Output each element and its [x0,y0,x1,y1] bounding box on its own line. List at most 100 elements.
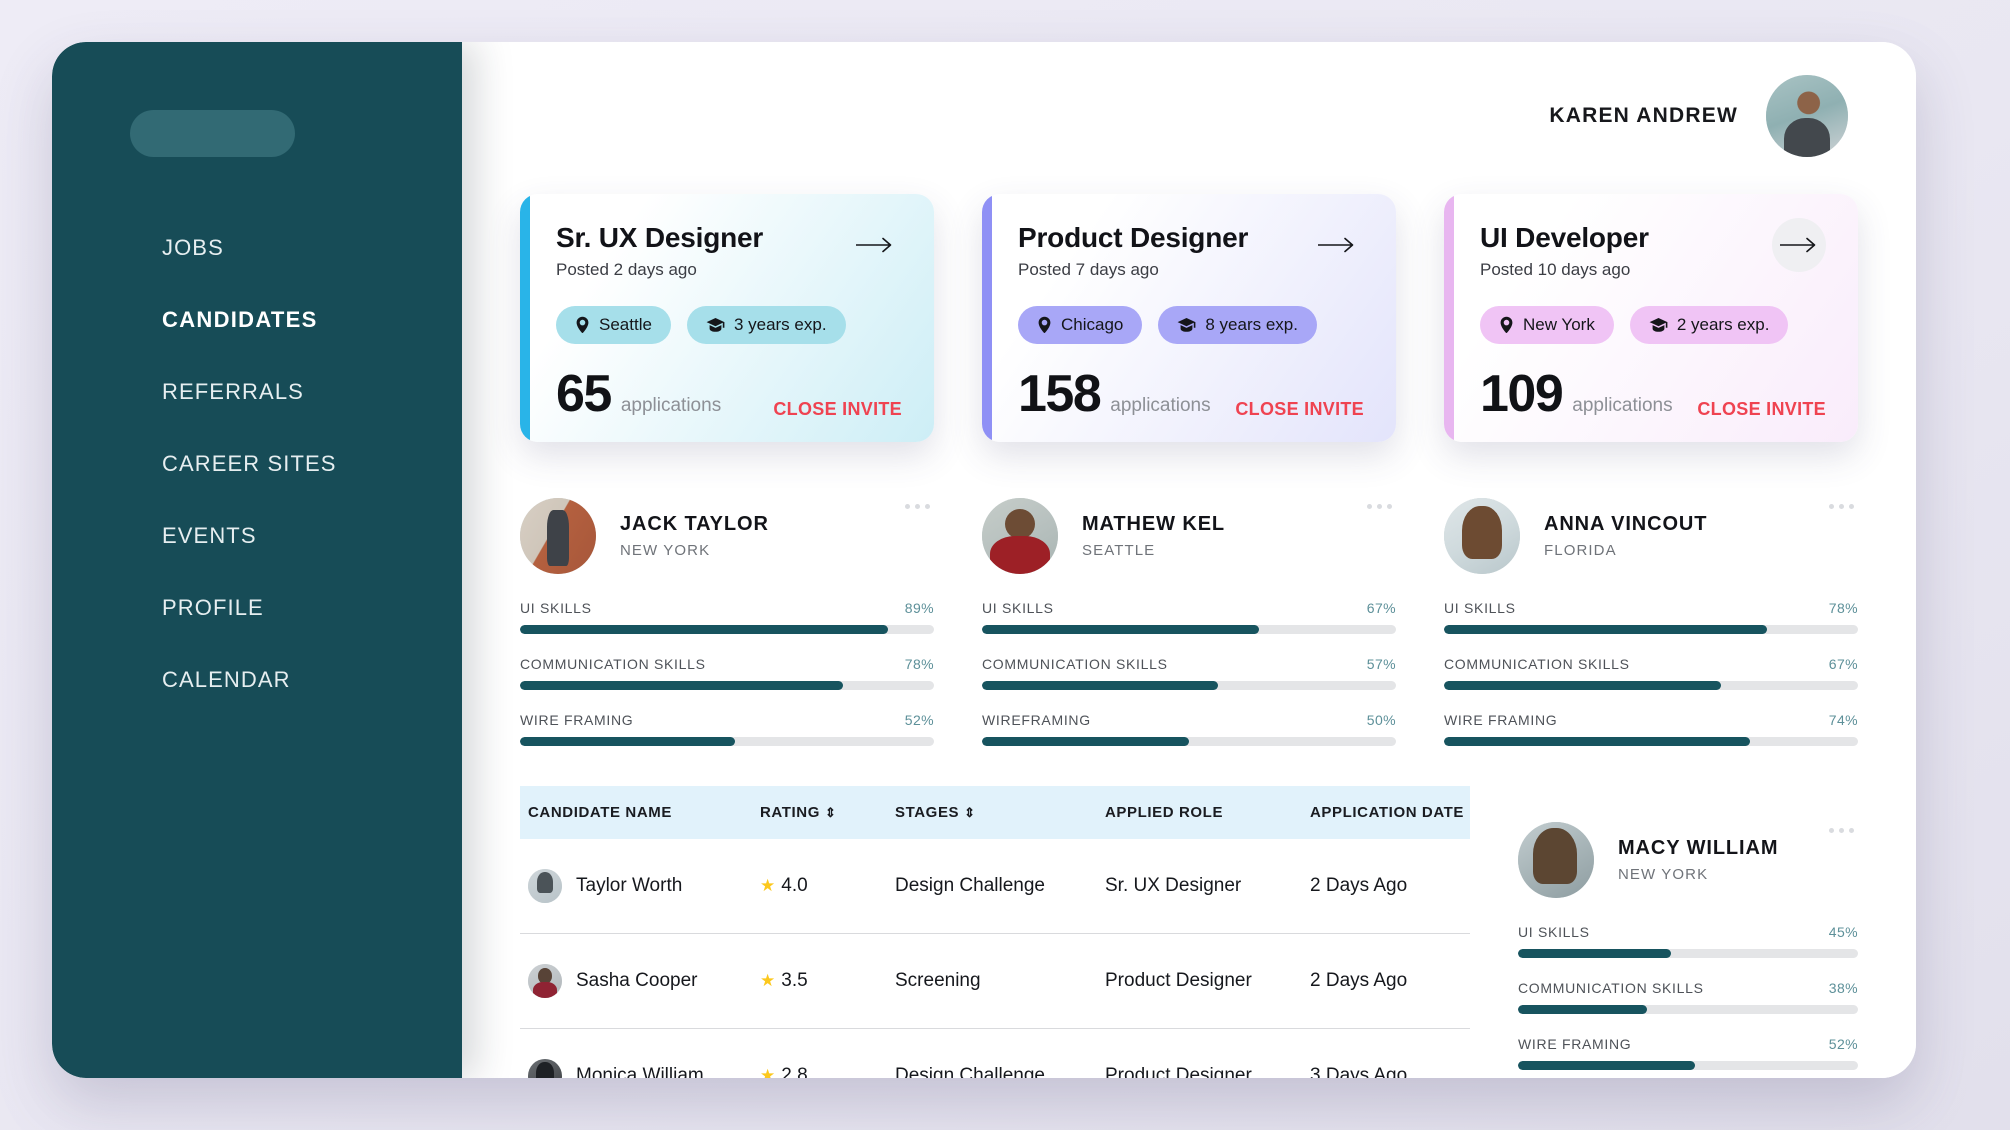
skill-percent: 57% [1366,656,1396,672]
row-role-value: Sr. UX Designer [1105,875,1242,896]
skill-progress-track [982,625,1396,634]
skill-label: WIREFRAMING [982,712,1091,728]
table-row[interactable]: Sasha Cooper ★ 3.5 Screening Product Designe… [520,933,1470,1029]
candidate-name: MACY WILLIAM [1618,837,1779,859]
close-invite-button[interactable]: CLOSE INVITE [1235,399,1364,420]
monica-william-avatar-image [528,1059,562,1078]
skill-label: COMMUNICATION SKILLS [1518,980,1704,996]
user-name-label: KAREN ANDREW [1549,104,1738,127]
main-content: KAREN ANDREW Sr. UX Designer Posted 2 day… [462,42,1916,1078]
graduation-cap-icon [1177,317,1196,333]
job-card-product-designer[interactable]: Product Designer Posted 7 days ago Chicago… [982,194,1396,442]
table-column-header-rating[interactable]: RATING ⇕ [760,786,895,839]
table-row[interactable]: Monica William ★ 2.8 Design Challenge Produc… [520,1029,1470,1078]
job-card-header: Product Designer Posted 7 days ago [1018,222,1364,280]
sort-toggle-icon[interactable]: ⇕ [964,805,976,820]
skill-row: UI SKILLS 45% [1518,924,1858,958]
job-card-sr-ux-designer[interactable]: Sr. UX Designer Posted 2 days ago Seattle 3… [520,194,934,442]
job-posted-date: Posted 7 days ago [1018,260,1159,279]
table-column-header-application-date: APPLICATION DATE [1310,786,1470,839]
skill-label: COMMUNICATION SKILLS [982,656,1168,672]
job-title: Product Designer [1018,222,1249,253]
avatar[interactable] [1518,822,1594,898]
applications-group: 109 applications [1480,368,1673,420]
graduation-cap-icon [1649,317,1668,333]
job-title: UI Developer [1480,222,1649,253]
sidebar-item-events[interactable]: EVENTS [52,500,462,572]
brand-logo[interactable] [130,110,295,157]
applications-count: 109 [1480,365,1564,423]
avatar[interactable] [528,1059,562,1078]
avatar[interactable] [982,498,1058,574]
skill-row: COMMUNICATION SKILLS 38% [1518,980,1858,1014]
candidate-card-anna-vincout[interactable]: ANNA VINCOUT FLORIDA UI SKILLS 78% COMMUNICA… [1444,498,1858,746]
row-candidate-name: Monica William [576,1065,704,1078]
column-label: STAGES [895,804,960,821]
dot [1829,504,1834,509]
avatar[interactable] [1444,498,1520,574]
avatar[interactable] [520,498,596,574]
close-invite-button[interactable]: CLOSE INVITE [773,399,902,420]
table-row[interactable]: Taylor Worth ★ 4.0 Design Challenge Sr. UX D… [520,839,1470,934]
job-experience-label: 8 years exp. [1205,315,1298,334]
job-card-ui-developer[interactable]: UI Developer Posted 10 days ago New York 2 … [1444,194,1858,442]
candidate-location: NEW YORK [1618,866,1709,883]
sort-toggle-icon[interactable]: ⇕ [825,805,837,820]
sidebar-item-jobs[interactable]: JOBS [52,212,462,284]
sidebar-item-calendar[interactable]: CALENDAR [52,644,462,716]
dot [915,504,920,509]
more-options-icon[interactable] [1829,828,1854,833]
more-options-icon[interactable] [1829,504,1854,509]
cell-application-date: 2 Days Ago [1310,933,1470,1029]
skill-label: UI SKILLS [1444,600,1516,616]
skill-header: COMMUNICATION SKILLS 78% [520,656,934,672]
skill-header: UI SKILLS 67% [982,600,1396,616]
skills-list: UI SKILLS 89% COMMUNICATION SKILLS 78% WIRE … [520,600,934,746]
skill-percent: 50% [1366,712,1396,728]
dot [905,504,910,509]
avatar[interactable] [528,964,562,998]
row-stage-value: Design Challenge [895,875,1045,896]
skill-row: WIREFRAMING 50% [982,712,1396,746]
dot [1839,828,1844,833]
candidate-name-cell-content: Sasha Cooper [528,964,760,998]
dot [1849,828,1854,833]
candidate-card-jack-taylor[interactable]: JACK TAYLOR NEW YORK UI SKILLS 89% COMMUNICA… [520,498,934,746]
job-cards-row: Sr. UX Designer Posted 2 days ago Seattle 3… [462,194,1916,442]
arrow-right-icon [1318,237,1356,253]
avatar[interactable] [528,869,562,903]
candidate-cards-row: JACK TAYLOR NEW YORK UI SKILLS 89% COMMUNICA… [462,498,1916,746]
job-card-footer: 109 applications CLOSE INVITE [1480,368,1826,420]
job-experience-badge: 2 years exp. [1629,306,1789,344]
app-window: JOBS CANDIDATES REFERRALS CAREER SITES EVENT… [52,42,1916,1078]
sidebar-item-career-sites[interactable]: CAREER SITES [52,428,462,500]
avatar[interactable] [1766,75,1848,157]
close-invite-button[interactable]: CLOSE INVITE [1697,399,1826,420]
job-card-open-arrow-button[interactable] [1310,218,1364,272]
skill-progress-track [520,625,934,634]
skill-progress-track [1518,949,1858,958]
skill-row: COMMUNICATION SKILLS 78% [520,656,934,690]
sidebar-item-profile[interactable]: PROFILE [52,572,462,644]
cell-applied-role: Product Designer [1105,933,1310,1029]
table-column-header-stages[interactable]: STAGES ⇕ [895,786,1105,839]
candidate-meta: JACK TAYLOR NEW YORK [620,513,769,559]
skill-label: WIRE FRAMING [1518,1036,1632,1052]
job-card-accent-bar [520,194,530,442]
more-options-icon[interactable] [1367,504,1392,509]
sidebar-item-candidates[interactable]: CANDIDATES [52,284,462,356]
job-card-title-group: Product Designer Posted 7 days ago [1018,222,1248,280]
candidate-card-header: MATHEW KEL SEATTLE [982,498,1396,574]
sidebar-nav-list: JOBS CANDIDATES REFERRALS CAREER SITES EVENT… [52,212,462,716]
candidate-card-mathew-kel[interactable]: MATHEW KEL SEATTLE UI SKILLS 67% COMMUNICATI… [982,498,1396,746]
job-experience-label: 2 years exp. [1676,315,1770,334]
row-role-value: Product Designer [1105,970,1252,991]
job-card-open-arrow-button[interactable] [848,218,902,272]
column-label: APPLICATION DATE [1310,804,1465,821]
job-card-open-arrow-button[interactable] [1772,218,1826,272]
sidebar-item-referrals[interactable]: REFERRALS [52,356,462,428]
more-options-icon[interactable] [905,504,930,509]
job-card-footer: 158 applications CLOSE INVITE [1018,368,1364,420]
candidate-card-macy-william[interactable]: MACY WILLIAM NEW YORK UI SKILLS 45% COMMUNIC… [1518,822,1858,1070]
jack-taylor-avatar-image [520,498,596,574]
